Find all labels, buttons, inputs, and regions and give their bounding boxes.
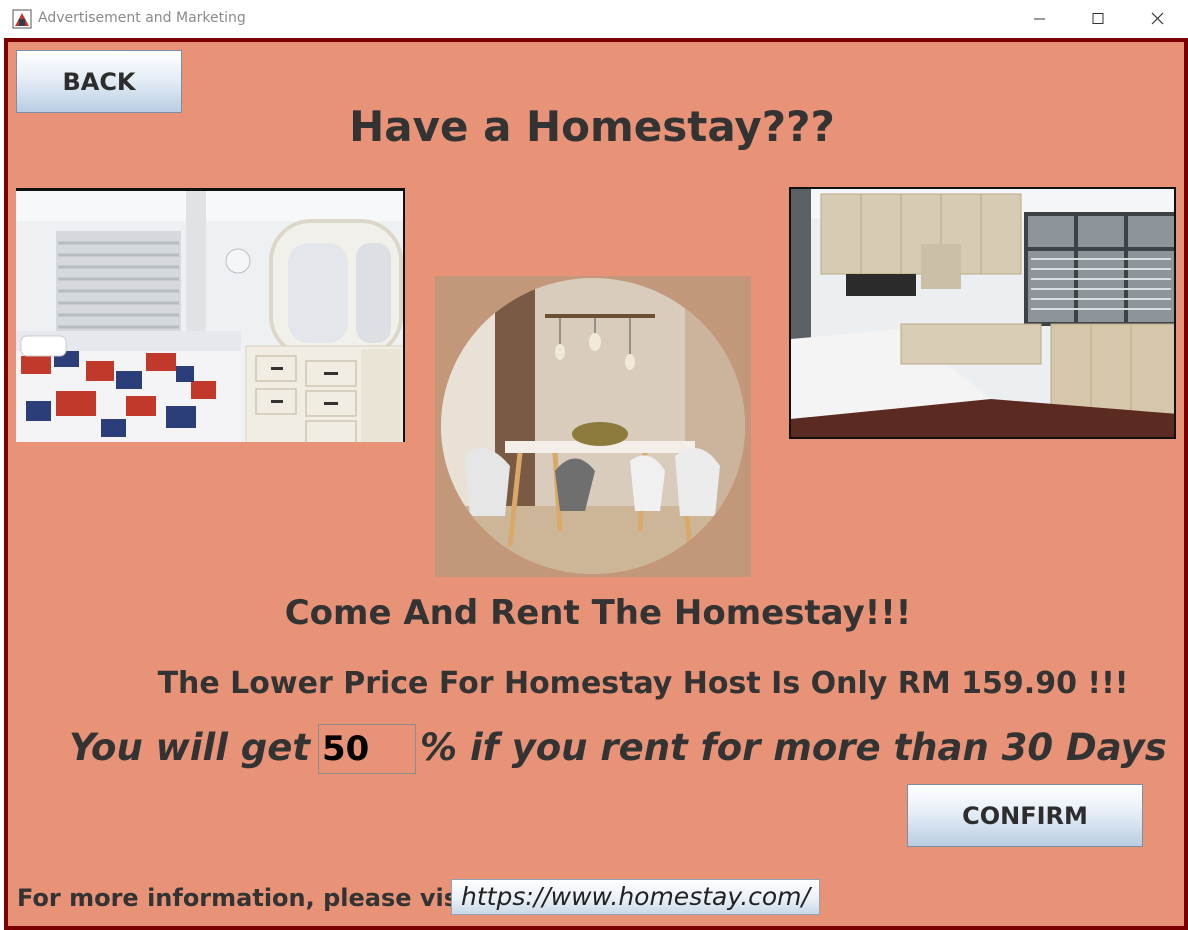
offer-prefix-text: You will get (69, 726, 311, 769)
window-title: Advertisement and Marketing (38, 10, 246, 26)
main-panel: BACK Have a Homestay??? Come And Rent Th… (4, 38, 1188, 930)
subtitle: Come And Rent The Homestay!!! (284, 593, 912, 633)
offer-suffix-text: % if you rent for more than 30 Days (420, 726, 1167, 769)
price-text: The Lower Price For Homestay Host Is Onl… (157, 666, 1129, 701)
close-button[interactable] (1134, 0, 1180, 38)
maximize-button[interactable] (1074, 0, 1120, 38)
info-label: For more information, please visit (17, 884, 478, 912)
close-icon (1151, 12, 1164, 25)
minimize-button[interactable] (1016, 0, 1062, 38)
minimize-icon (1034, 18, 1045, 20)
bedroom-photo (16, 188, 405, 442)
page-title: Have a Homestay??? (349, 102, 835, 151)
discount-percent-field[interactable]: 50 (318, 724, 416, 774)
kitchen-photo (789, 187, 1176, 439)
confirm-button[interactable]: CONFIRM (907, 784, 1143, 847)
website-url-field[interactable]: https://www.homestay.com/ (451, 879, 820, 915)
dining-room-photo (435, 276, 751, 577)
maximize-icon (1092, 13, 1104, 24)
app-icon (12, 9, 32, 29)
title-bar: Advertisement and Marketing (0, 0, 1188, 38)
